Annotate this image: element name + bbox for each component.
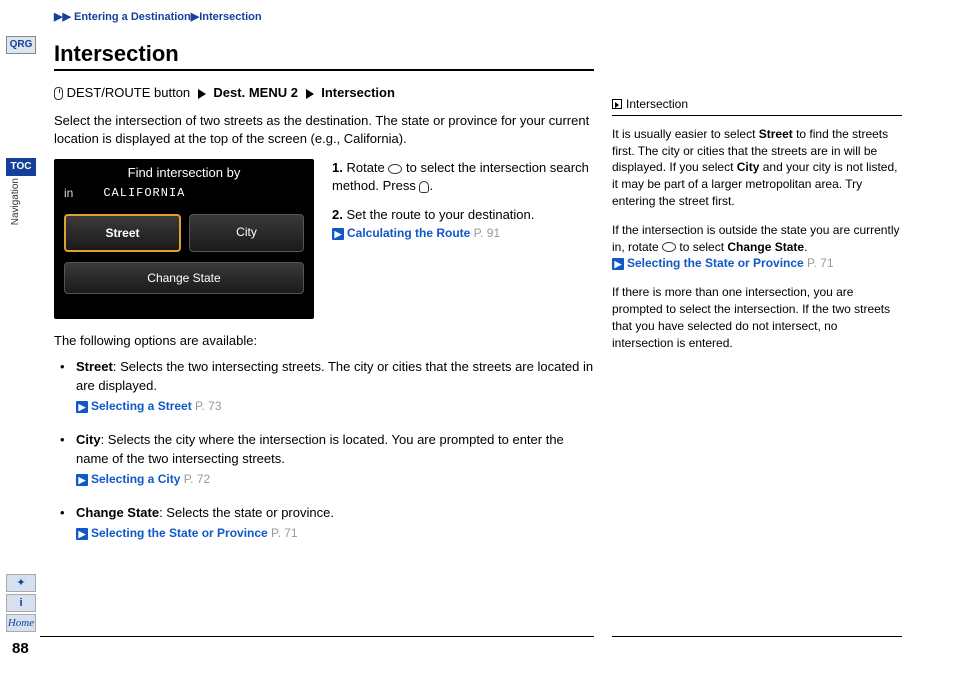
sb-bold: Street: [759, 127, 793, 141]
ui-screenshot: Find intersection by in CALIFORNIA Stree…: [54, 159, 314, 319]
sb-text: It is usually easier to select: [612, 127, 759, 141]
qrg-tab[interactable]: QRG: [6, 36, 36, 54]
option-street: Street: Selects the two intersecting str…: [66, 358, 594, 415]
menu-path-text: DEST/ROUTE button: [67, 85, 191, 100]
menu-path-seg: Dest. MENU 2: [213, 85, 298, 100]
sb-bold: City: [737, 160, 760, 174]
link-arrow-icon: ▶: [612, 258, 624, 270]
footer-rule: [40, 636, 594, 637]
xref-label[interactable]: Calculating the Route: [347, 226, 470, 240]
breadcrumb-arrow-icon: ▶: [191, 11, 199, 23]
step-number: 1.: [332, 160, 343, 175]
home-button[interactable]: Home: [6, 614, 36, 632]
breadcrumb-seg[interactable]: Intersection: [199, 11, 261, 23]
rotate-dial-icon: [662, 242, 676, 252]
step-text: Rotate: [346, 160, 388, 175]
breadcrumb[interactable]: ▶▶ Entering a Destination▶Intersection: [54, 10, 594, 23]
xref-page: P. 91: [470, 226, 500, 240]
xref-page: P. 72: [180, 472, 210, 486]
xref-page: P. 73: [192, 399, 222, 413]
option-desc: : Selects the two intersecting streets. …: [76, 359, 593, 393]
screen-title: Find intersection by: [54, 159, 314, 180]
arrow-right-icon: [306, 89, 314, 99]
option-name: City: [76, 432, 101, 447]
left-rail: QRG TOC Navigation ✦ i Home: [0, 0, 40, 674]
nav-section-label: Navigation: [10, 178, 21, 225]
menu-path-seg: Intersection: [321, 85, 395, 100]
breadcrumb-arrow-icon: ▶: [62, 11, 70, 23]
option-city: City: Selects the city where the interse…: [66, 431, 594, 488]
breadcrumb-seg[interactable]: Entering a Destination: [74, 11, 191, 23]
page-title: Intersection: [54, 41, 594, 71]
link-arrow-icon: ▶: [76, 401, 88, 413]
option-desc: : Selects the city where the intersectio…: [76, 432, 564, 466]
arrow-right-icon: [198, 89, 206, 99]
info-button[interactable]: i: [6, 594, 36, 612]
xref-link[interactable]: ▶Selecting the State or Province P. 71: [612, 256, 834, 270]
screen-change-state-button: Change State: [64, 262, 304, 294]
sidebar-heading: Intersection: [612, 96, 902, 116]
rotate-dial-icon: [388, 164, 402, 174]
steps-list: 1. Rotate to select the intersection sea…: [332, 159, 594, 319]
xref-page: P. 71: [804, 256, 834, 270]
step-number: 2.: [332, 207, 343, 222]
intro-paragraph: Select the intersection of two streets a…: [54, 112, 594, 147]
footer-rule: [612, 636, 902, 637]
main-content: ▶▶ Entering a Destination▶Intersection I…: [54, 10, 594, 559]
xref-label[interactable]: Selecting a City: [91, 472, 180, 486]
options-intro: The following options are available:: [54, 333, 594, 348]
options-list: Street: Selects the two intersecting str…: [54, 358, 594, 542]
sb-text: to select: [676, 240, 727, 254]
xref-link[interactable]: ▶Selecting a Street P. 73: [76, 398, 594, 415]
step-text: Set the route to your destination.: [346, 207, 534, 222]
sidebar-para: If there is more than one intersection, …: [612, 284, 902, 351]
screen-in-label: in: [64, 186, 73, 200]
menu-path: DEST/ROUTE button Dest. MENU 2 Intersect…: [54, 85, 594, 100]
press-dial-icon: [419, 181, 429, 193]
voice-help-button[interactable]: ✦: [6, 574, 36, 592]
xref-label[interactable]: Selecting a Street: [91, 399, 192, 413]
sb-text: .: [804, 240, 807, 254]
step-2: 2. Set the route to your destination. ▶C…: [332, 206, 594, 242]
step-1: 1. Rotate to select the intersection sea…: [332, 159, 594, 195]
xref-link[interactable]: ▶Selecting a City P. 72: [76, 471, 594, 488]
option-name: Change State: [76, 505, 159, 520]
xref-link[interactable]: ▶Calculating the Route P. 91: [332, 226, 500, 240]
sidebar-para: If the intersection is outside the state…: [612, 222, 902, 272]
option-name: Street: [76, 359, 113, 374]
step-text: .: [429, 178, 433, 193]
screen-city-button: City: [189, 214, 304, 252]
xref-label[interactable]: Selecting the State or Province: [627, 256, 804, 270]
link-arrow-icon: ▶: [76, 528, 88, 540]
page-number: 88: [12, 640, 29, 657]
sidebar-title: Intersection: [626, 96, 688, 113]
sidebar-para: It is usually easier to select Street to…: [612, 126, 902, 210]
link-arrow-icon: ▶: [76, 474, 88, 486]
mouse-icon: [54, 87, 63, 100]
option-change-state: Change State: Selects the state or provi…: [66, 504, 594, 542]
note-icon: [612, 99, 622, 109]
sb-bold: Change State: [727, 240, 804, 254]
tips-sidebar: Intersection It is usually easier to sel…: [612, 96, 902, 363]
xref-page: P. 71: [268, 526, 298, 540]
xref-label[interactable]: Selecting the State or Province: [91, 526, 268, 540]
link-arrow-icon: ▶: [332, 228, 344, 240]
xref-link[interactable]: ▶Selecting the State or Province P. 71: [76, 525, 594, 542]
screen-street-button: Street: [64, 214, 181, 252]
toc-tab[interactable]: TOC: [6, 158, 36, 176]
screen-state-value: CALIFORNIA: [103, 186, 185, 200]
option-desc: : Selects the state or province.: [159, 505, 334, 520]
